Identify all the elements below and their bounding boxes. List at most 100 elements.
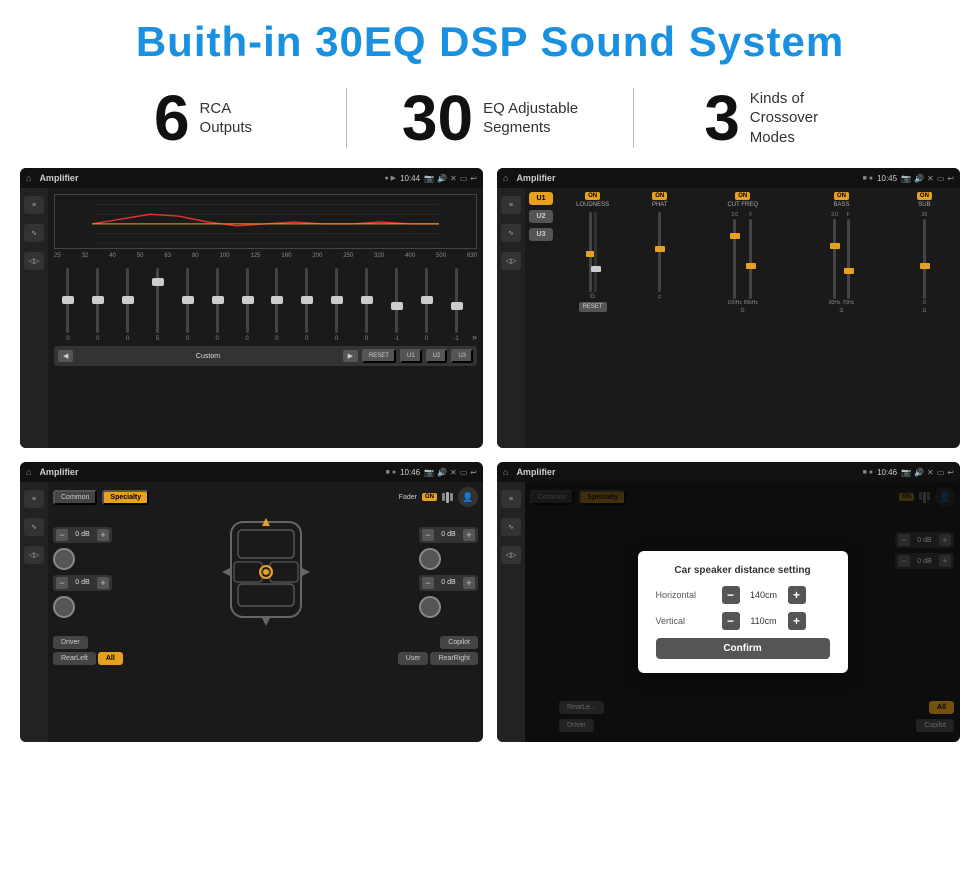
cutfreq-label: CUT FREQ bbox=[727, 202, 758, 208]
screen3-bottom-buttons-2: RearLeft All User RearRight bbox=[53, 652, 478, 665]
driver-btn[interactable]: Driver bbox=[53, 636, 88, 649]
rear-right-minus[interactable]: − bbox=[422, 577, 434, 589]
eq-reset-btn[interactable]: RESET bbox=[362, 349, 396, 363]
stat-rca-number: 6 bbox=[154, 86, 190, 150]
sidebar-vol-btn-3[interactable]: ◁▷ bbox=[24, 546, 44, 564]
eq-u3-btn[interactable]: U3 bbox=[451, 349, 473, 363]
sidebar-eq-btn-2[interactable]: ≡ bbox=[501, 196, 521, 214]
rear-left-plus[interactable]: + bbox=[97, 577, 109, 589]
eq-prev-btn[interactable]: ◀ bbox=[58, 350, 73, 362]
rear-left-val: 0 dB bbox=[70, 579, 95, 586]
fader-label: Fader bbox=[399, 494, 417, 501]
sidebar-eq-btn-4[interactable]: ≡ bbox=[501, 490, 521, 508]
profile-icon[interactable]: 👤 bbox=[458, 487, 478, 507]
common-tab[interactable]: Common bbox=[53, 490, 97, 505]
amp-columns: ON LOUDNESS G RESET bbox=[561, 192, 956, 314]
sidebar-wave-btn-3[interactable]: ∿ bbox=[24, 518, 44, 536]
rear-right-btn[interactable]: RearRight bbox=[430, 652, 478, 665]
phat-on-badge: ON bbox=[652, 192, 667, 200]
dialog-title: Car speaker distance setting bbox=[656, 565, 830, 576]
eq-slider-9: 0 bbox=[293, 268, 321, 342]
front-left-minus[interactable]: − bbox=[56, 529, 68, 541]
rear-left-minus[interactable]: − bbox=[56, 577, 68, 589]
screen-eq: ⌂ Amplifier ● ▶ 10:44 📷 🔊 ✕ ▭ ↩ ≡ ∿ ◁▷ bbox=[20, 168, 483, 448]
stats-row: 6 RCAOutputs 30 EQ AdjustableSegments 3 … bbox=[0, 76, 980, 160]
front-right-plus[interactable]: + bbox=[463, 529, 475, 541]
home-icon-4: ⌂ bbox=[503, 467, 508, 477]
loudness-on-badge: ON bbox=[585, 192, 600, 200]
front-right-minus[interactable]: − bbox=[422, 529, 434, 541]
amp-reset-btn[interactable]: RESET bbox=[579, 302, 607, 312]
screen1-content: 25 32 40 50 63 80 100 125 160 200 250 32… bbox=[48, 188, 483, 448]
amp-presets: U1 U2 U3 bbox=[529, 192, 553, 241]
rear-left-db: − 0 dB + bbox=[53, 575, 112, 591]
screen3-time: 10:46 bbox=[400, 468, 420, 477]
eq-slider-7: 0 bbox=[233, 268, 261, 342]
sidebar-eq-btn[interactable]: ≡ bbox=[24, 196, 44, 214]
eq-next-btn[interactable]: ▶ bbox=[343, 350, 358, 362]
rear-right-speaker bbox=[419, 596, 441, 618]
screen2-time: 10:45 bbox=[877, 174, 897, 183]
distance-dialog-overlay: Car speaker distance setting Horizontal … bbox=[525, 482, 960, 742]
vertical-minus-btn[interactable]: − bbox=[722, 612, 740, 630]
eq-slider-5: 0 bbox=[173, 268, 201, 342]
amp-u3-btn[interactable]: U3 bbox=[529, 228, 553, 241]
stat-rca: 6 RCAOutputs bbox=[60, 86, 346, 150]
horizontal-minus-btn[interactable]: − bbox=[722, 586, 740, 604]
screen4-title: Amplifier bbox=[516, 467, 858, 477]
all-btn[interactable]: All bbox=[98, 652, 123, 665]
front-left-plus[interactable]: + bbox=[97, 529, 109, 541]
copilot-btn[interactable]: Copilot bbox=[440, 636, 478, 649]
rear-right-plus[interactable]: + bbox=[463, 577, 475, 589]
eq-slider-1: 0 bbox=[54, 268, 82, 342]
sidebar-vol-btn-2[interactable]: ◁▷ bbox=[501, 252, 521, 270]
screenshots-grid: ⌂ Amplifier ● ▶ 10:44 📷 🔊 ✕ ▭ ↩ ≡ ∿ ◁▷ bbox=[0, 160, 980, 752]
screen1-body: ≡ ∿ ◁▷ bbox=[20, 188, 483, 448]
right-controls: − 0 dB + − 0 dB + bbox=[419, 527, 478, 618]
front-right-val: 0 dB bbox=[436, 531, 461, 538]
sidebar-vol-btn-4[interactable]: ◁▷ bbox=[501, 546, 521, 564]
fader-on-badge: ON bbox=[422, 493, 437, 501]
rear-right-val: 0 dB bbox=[436, 579, 461, 586]
screen2-content: U1 U2 U3 ON LOUDNESS bbox=[525, 188, 960, 448]
sidebar-wave-btn[interactable]: ∿ bbox=[24, 224, 44, 242]
horizontal-plus-btn[interactable]: + bbox=[788, 586, 806, 604]
car-diagram-area bbox=[117, 512, 414, 632]
stat-eq-label: EQ AdjustableSegments bbox=[483, 99, 578, 138]
screen1-time: 10:44 bbox=[400, 174, 420, 183]
screen4-content: Common Specialty ON 👤 − 0 bbox=[525, 482, 960, 742]
bass-on-badge: ON bbox=[834, 192, 849, 200]
speaker-layout: − 0 dB + − 0 dB + bbox=[53, 512, 478, 632]
amp-u1-btn[interactable]: U1 bbox=[529, 192, 553, 205]
amp-u2-btn[interactable]: U2 bbox=[529, 210, 553, 223]
specialty-tab[interactable]: Specialty bbox=[102, 490, 149, 505]
user-btn[interactable]: User bbox=[398, 652, 429, 665]
screen2-topbar: ⌂ Amplifier ■ ● 10:45 📷 🔊 ✕ ▭ ↩ bbox=[497, 168, 960, 188]
eq-u2-btn[interactable]: U2 bbox=[426, 349, 448, 363]
screen3-topbar-icons: 📷 🔊 ✕ ▭ ↩ bbox=[424, 468, 477, 477]
eq-controls-bar: ◀ Custom ▶ RESET U1 U2 U3 bbox=[54, 346, 477, 366]
sidebar-wave-btn-2[interactable]: ∿ bbox=[501, 224, 521, 242]
vertical-plus-btn[interactable]: + bbox=[788, 612, 806, 630]
left-controls: − 0 dB + − 0 dB + bbox=[53, 527, 112, 618]
sub-label: SUB bbox=[918, 202, 930, 208]
cutfreq-on-badge: ON bbox=[735, 192, 750, 200]
front-left-db: − 0 dB + bbox=[53, 527, 112, 543]
front-left-speaker bbox=[53, 548, 75, 570]
amp-bass-col: ON BASS 3.0 90Hz bbox=[794, 192, 889, 314]
confirm-button[interactable]: Confirm bbox=[656, 638, 830, 659]
screen3-topbar: ⌂ Amplifier ■ ● 10:46 📷 🔊 ✕ ▭ ↩ bbox=[20, 462, 483, 482]
eq-slider-10: 0 bbox=[323, 268, 351, 342]
rear-left-btn[interactable]: RearLeft bbox=[53, 652, 96, 665]
sidebar-vol-btn[interactable]: ◁▷ bbox=[24, 252, 44, 270]
screen3-content: Common Specialty Fader ON 👤 bbox=[48, 482, 483, 742]
vertical-label: Vertical bbox=[656, 616, 716, 626]
sidebar-wave-btn-4[interactable]: ∿ bbox=[501, 518, 521, 536]
home-icon-2: ⌂ bbox=[503, 173, 508, 183]
amp-phat-col: ON PHAT F bbox=[628, 192, 691, 301]
stat-crossover: 3 Kinds ofCrossover Modes bbox=[634, 86, 920, 150]
screen3-title: Amplifier bbox=[39, 467, 381, 477]
eq-slider-4: 5 bbox=[144, 268, 172, 342]
eq-u1-btn[interactable]: U1 bbox=[400, 349, 422, 363]
sidebar-eq-btn-3[interactable]: ≡ bbox=[24, 490, 44, 508]
